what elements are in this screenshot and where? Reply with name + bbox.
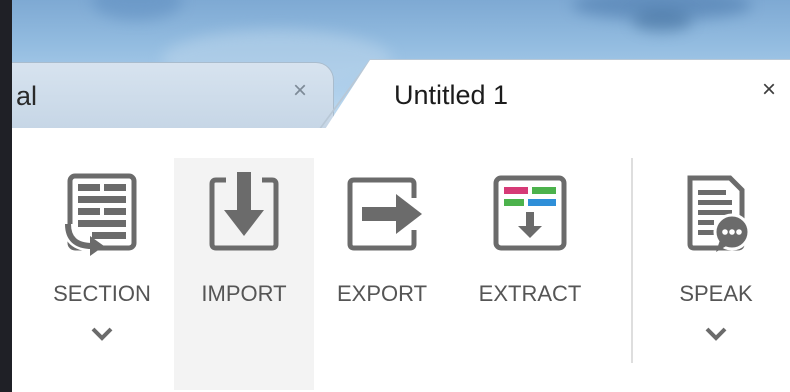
- extract-label: EXTRACT: [478, 281, 582, 306]
- extract-icon: [490, 170, 570, 258]
- import-icon: [204, 170, 284, 258]
- export-icon: [342, 170, 422, 258]
- import-label: IMPORT: [201, 281, 287, 306]
- ribbon-toolbar: SECTION IMPORT EXPORT EXTRACT SPEAK: [12, 128, 790, 392]
- tab-close-icon[interactable]: ×: [293, 79, 307, 103]
- speak-button[interactable]: SPEAK: [656, 158, 776, 390]
- window-frame-left: [0, 0, 12, 392]
- section-label: SECTION: [53, 281, 151, 306]
- tab-label: al: [16, 81, 38, 111]
- import-button[interactable]: IMPORT: [174, 158, 314, 390]
- chevron-down-icon[interactable]: [703, 326, 729, 342]
- extract-button[interactable]: EXTRACT: [460, 158, 600, 390]
- tab-close-icon[interactable]: ×: [762, 78, 776, 102]
- section-button[interactable]: SECTION: [42, 158, 162, 390]
- tab-inactive[interactable]: al ×: [12, 62, 334, 130]
- speak-icon: [676, 170, 756, 258]
- tab-label-untitled: Untitled 1: [394, 80, 509, 110]
- export-label: EXPORT: [336, 281, 428, 306]
- section-icon: [62, 170, 142, 258]
- ribbon-divider: [631, 158, 633, 363]
- chevron-down-icon[interactable]: [89, 326, 115, 342]
- export-button[interactable]: EXPORT: [322, 158, 442, 390]
- speak-label: SPEAK: [679, 281, 753, 306]
